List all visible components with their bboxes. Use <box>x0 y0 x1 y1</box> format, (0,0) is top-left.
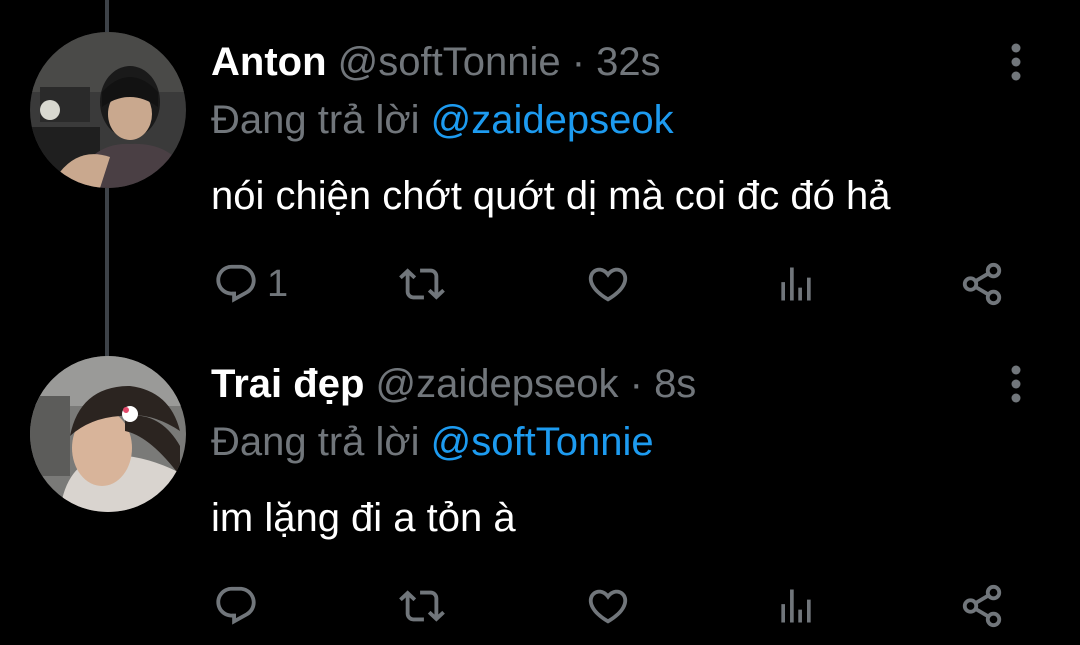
retweet-icon <box>399 590 445 622</box>
tweet-header: Anton @softTonnie · 32s <box>211 38 661 86</box>
action-bar: 1 <box>0 258 1080 310</box>
retweet-icon <box>399 268 445 300</box>
reply-button[interactable] <box>213 580 267 632</box>
avatar-photo <box>30 356 186 512</box>
reply-icon <box>216 264 256 303</box>
views-button[interactable] <box>774 258 818 310</box>
display-name[interactable]: Trai đẹp <box>211 362 364 406</box>
timestamp[interactable]: 8s <box>654 362 696 406</box>
separator-dot: · <box>629 362 643 406</box>
separator-dot: · <box>571 40 586 84</box>
replying-to: Đang trả lời @zaidepseok <box>211 96 674 144</box>
tweet-header: Trai đẹp @zaidepseok · 8s <box>211 360 696 408</box>
retweet-button[interactable] <box>396 258 448 310</box>
share-icon <box>962 584 1002 628</box>
reply-button[interactable]: 1 <box>213 258 288 310</box>
mention-link[interactable]: @zaidepseok <box>431 98 674 142</box>
tweet[interactable]: Anton @softTonnie · 32s Đang trả lời @za… <box>0 0 1080 322</box>
display-name[interactable]: Anton <box>211 40 327 84</box>
like-icon <box>588 589 628 624</box>
more-icon[interactable] <box>1000 364 1032 404</box>
user-handle[interactable]: @zaidepseok <box>376 362 619 406</box>
tweet-text: nói chiện chớt quớt dị mà coi đc đó hả <box>211 174 891 218</box>
like-icon <box>588 267 628 302</box>
views-icon <box>781 589 811 623</box>
tweet-text: im lặng đi a tỏn à <box>211 496 516 540</box>
reply-count: 1 <box>267 263 289 305</box>
share-button[interactable] <box>958 258 1006 310</box>
share-icon <box>962 262 1002 306</box>
more-icon[interactable] <box>1000 42 1032 82</box>
reply-icon <box>216 586 256 625</box>
avatar[interactable] <box>30 356 186 512</box>
like-button[interactable] <box>584 580 632 632</box>
avatar-photo <box>30 32 186 188</box>
like-button[interactable] <box>584 258 632 310</box>
replying-to: Đang trả lời @softTonnie <box>211 418 654 466</box>
retweet-button[interactable] <box>396 580 448 632</box>
replying-to-label: Đang trả lời <box>211 420 420 464</box>
views-button[interactable] <box>774 580 818 632</box>
replying-to-label: Đang trả lời <box>211 98 420 142</box>
views-icon <box>781 267 811 301</box>
avatar[interactable] <box>30 32 186 188</box>
action-bar <box>0 580 1080 632</box>
timestamp[interactable]: 32s <box>596 40 661 84</box>
tweet[interactable]: Trai đẹp @zaidepseok · 8s Đang trả lời @… <box>0 322 1080 644</box>
share-button[interactable] <box>958 580 1006 632</box>
mention-link[interactable]: @softTonnie <box>431 420 654 464</box>
user-handle[interactable]: @softTonnie <box>338 40 561 84</box>
